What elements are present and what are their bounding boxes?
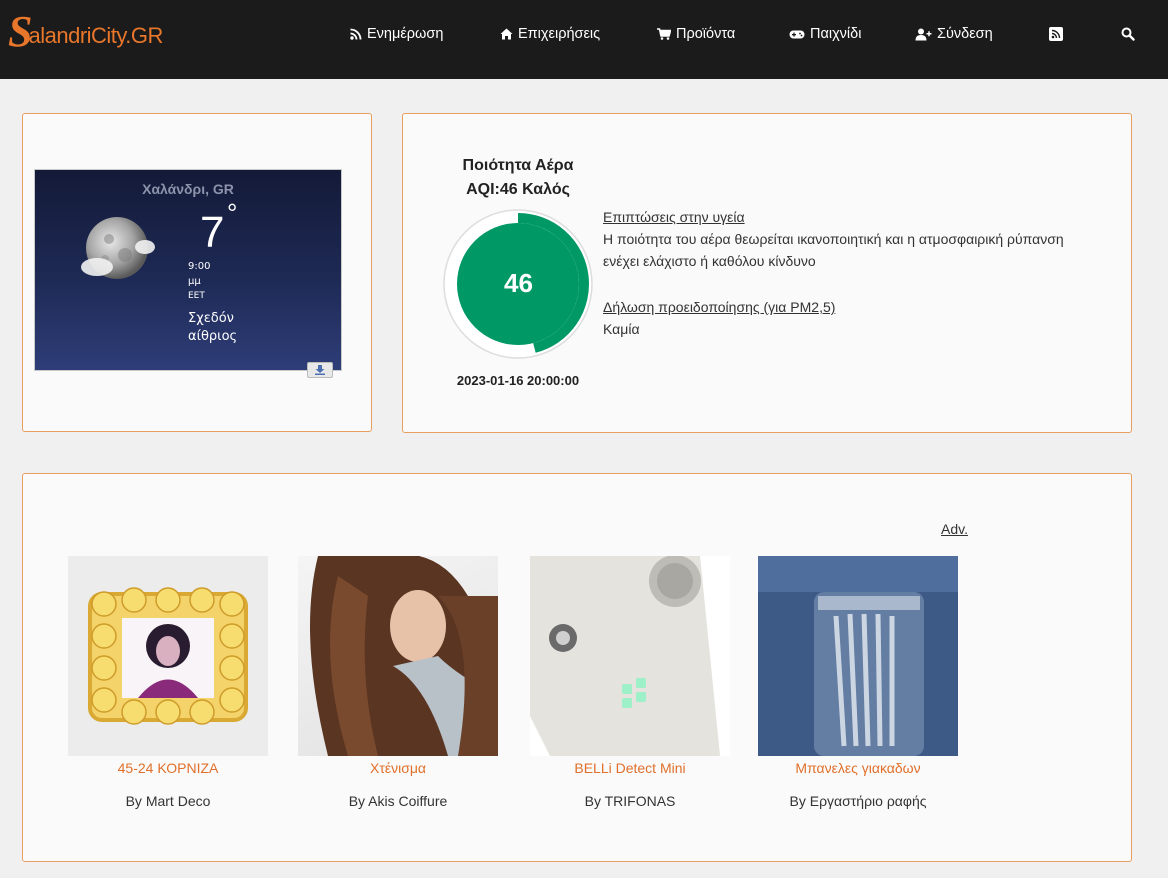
product-vendor: By Εργαστήριο ραφής	[789, 793, 927, 809]
detector-device-image	[530, 556, 730, 756]
search-button[interactable]	[1121, 24, 1140, 44]
nav-label: Προϊόντα	[676, 26, 736, 42]
collar-stays-image	[758, 556, 958, 756]
product-name[interactable]: BELLi Detect Mini	[530, 760, 730, 776]
warning-statement-text: Καμία	[603, 321, 640, 337]
moon-cloud-icon	[81, 217, 155, 279]
weather-condition: Σχεδόν αίθριος	[188, 310, 237, 346]
product-vendor: By Akis Coiffure	[348, 793, 448, 809]
weather-timezone: EET	[188, 291, 205, 301]
warning-statement-link[interactable]: Δήλωση προειδοποίησης (για PM2,5)	[603, 296, 835, 318]
weather-degree-symbol: °	[227, 198, 238, 228]
product-image[interactable]	[298, 556, 498, 756]
product-vendor: By TRIFONAS	[584, 793, 676, 809]
hairstyle-image	[310, 556, 498, 756]
nav-label: Ενημέρωση	[367, 26, 444, 42]
product-image[interactable]	[758, 556, 958, 756]
product-image[interactable]	[530, 556, 730, 756]
product-image[interactable]	[68, 556, 268, 756]
product-name[interactable]: Χτένισμα	[298, 760, 498, 776]
aqi-warning: Δήλωση προειδοποίησης (για PM2,5) Καμία	[603, 296, 835, 340]
health-effects-text-line1: Η ποιότητα του αέρα θεωρείται ικανοποιητ…	[603, 231, 1064, 247]
weather-temperature: 7	[200, 208, 225, 257]
nav-item-products[interactable]: Προϊόντα	[657, 24, 735, 44]
frame-image	[88, 587, 248, 725]
product-card[interactable]: 45-24 ΚΟΡΝΙΖΑ By Mart Deco	[68, 556, 268, 809]
aqi-title-line2: AQI:46 Καλός	[466, 181, 570, 198]
adv-link[interactable]: Adv.	[941, 521, 968, 537]
weather-download-button[interactable]	[307, 362, 333, 378]
product-name[interactable]: 45-24 ΚΟΡΝΙΖΑ	[68, 760, 268, 776]
top-navbar: S alandriCity.GR Ενημέρωση Επιχειρήσεις …	[0, 0, 1168, 79]
rss-icon	[350, 28, 362, 40]
rss-feed-link[interactable]	[1049, 24, 1068, 44]
nav-item-news[interactable]: Ενημέρωση	[350, 24, 443, 44]
nav-item-game[interactable]: Παιχνίδι	[789, 24, 861, 44]
nav-item-login[interactable]: Σύνδεση	[915, 24, 993, 44]
nav-label: Παιχνίδι	[810, 26, 862, 42]
aqi-value: 46	[504, 268, 533, 298]
nav-item-businesses[interactable]: Επιχειρήσεις	[500, 24, 600, 44]
nav-label: Σύνδεση	[937, 26, 993, 42]
weather-widget[interactable]: Χαλάνδρι, GR 7 ° 9:00 μμ EET Σχεδόν αίθρ…	[34, 169, 342, 371]
weather-city: Χαλάνδρι, GR	[142, 181, 234, 197]
aqi-health-effects: Επιπτώσεις στην υγεία Η ποιότητα του αέρ…	[603, 206, 1064, 272]
product-card[interactable]: BELLi Detect Mini By TRIFONAS	[530, 556, 730, 809]
cart-icon	[657, 28, 671, 40]
gamepad-icon	[789, 30, 805, 38]
product-card[interactable]: Μπανελες γιακαδων By Εργαστήριο ραφής	[758, 556, 958, 809]
health-effects-text-line2: ενέχει ελάχιστο ή καθόλου κίνδυνο	[603, 253, 816, 269]
health-effects-link[interactable]: Επιπτώσεις στην υγεία	[603, 206, 1064, 228]
product-name[interactable]: Μπανελες γιακαδων	[758, 760, 958, 776]
download-icon	[315, 365, 325, 375]
aqi-title: Ποιότητα Αέρα AQI:46 Καλός	[440, 154, 596, 202]
logo-text: alandriCity.GR	[28, 23, 163, 48]
weather-ampm: μμ	[188, 276, 201, 287]
home-icon	[500, 28, 513, 40]
weather-time: 9:00	[188, 261, 211, 272]
weather-condition-line2: αίθριος	[188, 329, 238, 344]
product-vendor: By Mart Deco	[125, 793, 211, 809]
aqi-title-line1: Ποιότητα Αέρα	[462, 157, 574, 174]
product-card[interactable]: Χτένισμα By Akis Coiffure	[298, 556, 498, 809]
user-plus-icon	[915, 28, 932, 40]
search-icon	[1121, 27, 1135, 41]
weather-condition-line1: Σχεδόν	[188, 311, 234, 326]
nav-label: Επιχειρήσεις	[518, 26, 601, 42]
aqi-date: 2023-01-16 20:00:00	[456, 373, 580, 388]
rss-square-icon	[1049, 27, 1063, 41]
site-logo[interactable]: S alandriCity.GR	[8, 10, 163, 54]
